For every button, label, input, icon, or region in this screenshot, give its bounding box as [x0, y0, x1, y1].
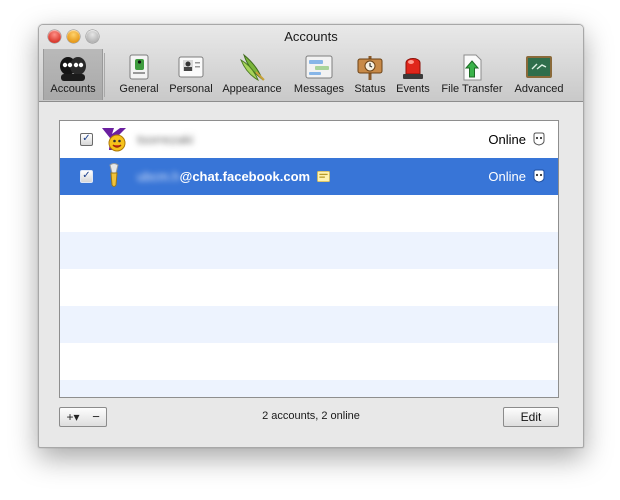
tab-status[interactable]: Status	[350, 52, 390, 98]
accounts-summary: 2 accounts, 2 online	[262, 410, 360, 422]
tab-events[interactable]: Events	[393, 52, 433, 98]
edit-account-button[interactable]: Edit	[503, 407, 559, 427]
accounts-icon	[60, 57, 86, 81]
account-enabled-checkbox[interactable]: ✓	[80, 133, 93, 146]
accounts-window: Accounts Accounts General Personal Appea…	[38, 24, 584, 448]
account-username-blurred: ubcm.h	[137, 169, 180, 184]
tab-general-label: General	[119, 83, 159, 95]
online-status-icon	[533, 132, 545, 146]
empty-row	[60, 343, 558, 380]
empty-row	[60, 195, 558, 232]
account-name: ubcm.h@chat.facebook.com	[137, 169, 330, 184]
events-icon	[403, 58, 423, 79]
tab-status-label: Status	[354, 83, 386, 95]
tab-messages[interactable]: Messages	[292, 52, 346, 98]
accounts-list[interactable]: ✓ tsorrezaki Online ✓ ubcm.h@chat.facebo…	[59, 120, 559, 398]
appearance-icon	[240, 53, 265, 82]
tab-advanced-label: Advanced	[514, 83, 564, 95]
file-transfer-icon	[463, 54, 482, 81]
accounts-footer: +▾ − 2 accounts, 2 online Edit	[39, 396, 583, 447]
yahoo-icon	[102, 128, 126, 152]
empty-row	[60, 232, 558, 269]
window-title: Accounts	[284, 29, 338, 44]
tab-general[interactable]: General	[115, 52, 163, 98]
tab-file-transfer[interactable]: File Transfer	[436, 52, 508, 98]
toolbar-separator	[104, 53, 105, 97]
status-icon	[357, 56, 383, 80]
tab-accounts-label: Accounts	[50, 83, 96, 95]
preferences-toolbar: Accounts Accounts General Personal Appea…	[39, 25, 583, 102]
facebook-jabber-icon	[109, 163, 119, 187]
tab-personal[interactable]: Personal	[166, 52, 216, 98]
account-info-icon[interactable]	[316, 171, 330, 182]
empty-row	[60, 269, 558, 306]
tab-appearance[interactable]: Appearance	[220, 52, 284, 98]
account-username-blurred: tsorrezaki	[137, 132, 194, 147]
account-status: Online	[488, 132, 526, 147]
empty-row	[60, 306, 558, 343]
tab-advanced[interactable]: Advanced	[511, 52, 567, 98]
tab-accounts[interactable]: Accounts	[43, 49, 103, 100]
account-status: Online	[488, 169, 526, 184]
account-domain: @chat.facebook.com	[179, 169, 311, 184]
tab-personal-label: Personal	[169, 83, 213, 95]
advanced-icon	[526, 56, 552, 78]
tab-file-transfer-label: File Transfer	[441, 83, 503, 95]
tab-appearance-label: Appearance	[222, 83, 282, 95]
account-row[interactable]: ✓ tsorrezaki Online	[60, 121, 558, 158]
account-row-selected[interactable]: ✓ ubcm.h@chat.facebook.com Online	[60, 158, 558, 195]
tab-messages-label: Messages	[293, 83, 345, 95]
general-icon	[129, 54, 149, 80]
personal-icon	[178, 56, 204, 78]
tab-events-label: Events	[396, 83, 430, 95]
account-enabled-checkbox[interactable]: ✓	[80, 170, 93, 183]
messages-icon	[305, 55, 333, 79]
account-name: tsorrezaki	[137, 132, 193, 147]
online-status-icon	[533, 169, 545, 183]
